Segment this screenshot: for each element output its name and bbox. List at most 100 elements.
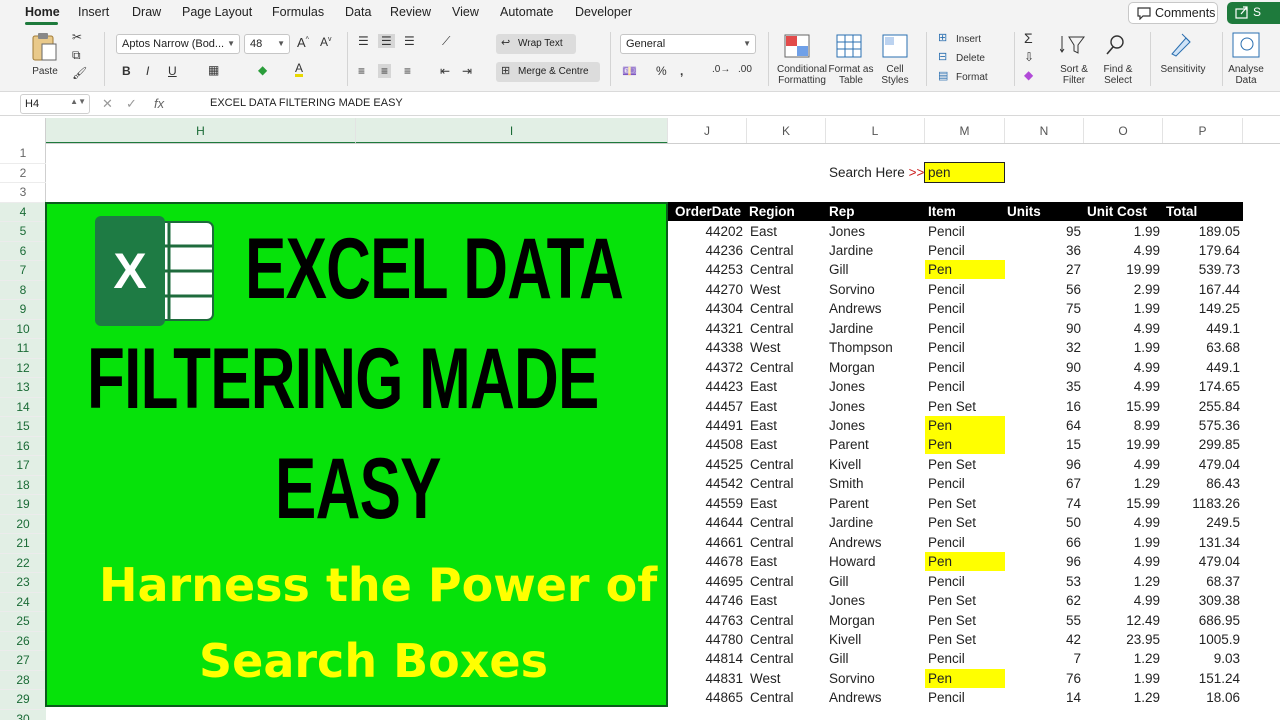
- table-cell[interactable]: Pen Set: [925, 513, 1005, 532]
- table-cell[interactable]: 44746: [668, 591, 743, 610]
- table-cell[interactable]: 1.29: [1084, 474, 1160, 493]
- table-cell[interactable]: Kivell: [829, 455, 925, 474]
- table-cell[interactable]: 75: [1005, 299, 1081, 318]
- tab-review[interactable]: Review: [390, 5, 431, 19]
- table-cell[interactable]: 56: [1005, 280, 1081, 299]
- table-cell[interactable]: 131.34: [1163, 533, 1240, 552]
- row-header[interactable]: 23: [0, 573, 46, 593]
- sort-filter-label[interactable]: Sort & Filter: [1054, 64, 1094, 86]
- column-header-h[interactable]: H: [46, 118, 356, 144]
- table-cell[interactable]: 1.99: [1084, 533, 1160, 552]
- table-cell[interactable]: 66: [1005, 533, 1081, 552]
- column-header-l[interactable]: L: [826, 118, 925, 144]
- formula-input[interactable]: EXCEL DATA FILTERING MADE EASY: [210, 97, 403, 109]
- column-header-i[interactable]: I: [356, 118, 668, 144]
- decrease-indent-icon[interactable]: ⇤: [440, 64, 450, 78]
- align-middle-icon[interactable]: ☰: [378, 34, 395, 48]
- table-cell[interactable]: Pencil: [925, 688, 1005, 707]
- name-box[interactable]: H4 ▲▼: [20, 94, 90, 114]
- table-cell[interactable]: Pencil: [925, 241, 1005, 260]
- table-cell[interactable]: 44695: [668, 572, 743, 591]
- table-cell[interactable]: West: [750, 669, 826, 688]
- table-cell[interactable]: 4.99: [1084, 552, 1160, 571]
- table-cell[interactable]: Sorvino: [829, 280, 925, 299]
- conditional-formatting-label[interactable]: Conditional Formatting: [774, 64, 830, 86]
- row-header[interactable]: 7: [0, 261, 46, 281]
- sensitivity-label[interactable]: Sensitivity: [1156, 64, 1210, 75]
- format-as-table-icon[interactable]: [836, 34, 862, 58]
- table-cell[interactable]: 255.84: [1163, 397, 1240, 416]
- table-cell[interactable]: 4.99: [1084, 319, 1160, 338]
- table-cell[interactable]: Jones: [829, 591, 925, 610]
- table-cell[interactable]: Pencil: [925, 533, 1005, 552]
- table-cell[interactable]: 1183.26: [1163, 494, 1240, 513]
- table-cell[interactable]: 44559: [668, 494, 743, 513]
- table-cell[interactable]: Pencil: [925, 649, 1005, 668]
- table-cell[interactable]: 44457: [668, 397, 743, 416]
- row-header[interactable]: 10: [0, 319, 46, 339]
- row-header[interactable]: 11: [0, 339, 46, 359]
- format-as-table-label[interactable]: Format as Table: [828, 64, 874, 86]
- table-cell[interactable]: Morgan: [829, 358, 925, 377]
- table-cell[interactable]: Sorvino: [829, 669, 925, 688]
- table-cell[interactable]: 1.99: [1084, 299, 1160, 318]
- comma-style-icon[interactable]: ,: [680, 64, 683, 78]
- table-cell[interactable]: 44202: [668, 222, 743, 241]
- table-header-cell[interactable]: OrderDate: [675, 204, 741, 219]
- table-cell[interactable]: Pen Set: [925, 630, 1005, 649]
- column-header-j[interactable]: J: [668, 118, 747, 144]
- table-cell[interactable]: Central: [750, 260, 826, 279]
- title-banner[interactable]: X EXCEL DATA FILTERING MADE EASY Harness…: [45, 202, 668, 707]
- font-color-icon[interactable]: A: [295, 62, 304, 77]
- decrease-font-icon[interactable]: Av: [320, 35, 332, 49]
- tab-draw[interactable]: Draw: [132, 5, 161, 19]
- row-header[interactable]: 18: [0, 475, 46, 495]
- cell-styles-label[interactable]: Cell Styles: [874, 64, 916, 86]
- table-cell[interactable]: Gill: [829, 649, 925, 668]
- table-cell[interactable]: 1.29: [1084, 649, 1160, 668]
- table-cell[interactable]: Pencil: [925, 338, 1005, 357]
- find-select-label[interactable]: Find & Select: [1096, 64, 1140, 86]
- table-cell[interactable]: 149.25: [1163, 299, 1240, 318]
- row-header[interactable]: 24: [0, 592, 46, 612]
- table-cell[interactable]: 74: [1005, 494, 1081, 513]
- percent-icon[interactable]: %: [656, 64, 667, 78]
- align-center-icon[interactable]: ≡: [378, 64, 392, 78]
- table-cell[interactable]: 479.04: [1163, 455, 1240, 474]
- select-all-corner[interactable]: [0, 118, 46, 144]
- tab-page-layout[interactable]: Page Layout: [182, 5, 252, 19]
- table-cell[interactable]: Central: [750, 319, 826, 338]
- table-cell[interactable]: Gill: [829, 572, 925, 591]
- number-format-select[interactable]: General ▼: [620, 34, 756, 54]
- row-header[interactable]: 8: [0, 280, 46, 300]
- table-cell[interactable]: Central: [750, 513, 826, 532]
- table-cell[interactable]: 55: [1005, 611, 1081, 630]
- table-cell[interactable]: 44525: [668, 455, 743, 474]
- table-cell[interactable]: 68.37: [1163, 572, 1240, 591]
- table-cell[interactable]: 189.05: [1163, 222, 1240, 241]
- currency-icon[interactable]: 💷: [622, 64, 637, 78]
- table-cell[interactable]: 90: [1005, 358, 1081, 377]
- table-cell[interactable]: 23.95: [1084, 630, 1160, 649]
- table-cell[interactable]: West: [750, 280, 826, 299]
- merge-centre-button[interactable]: ⊞ Merge & Centre: [496, 62, 600, 82]
- table-cell[interactable]: 449.1: [1163, 358, 1240, 377]
- table-cell[interactable]: 44865: [668, 688, 743, 707]
- table-cell[interactable]: 167.44: [1163, 280, 1240, 299]
- table-cell[interactable]: 50: [1005, 513, 1081, 532]
- sort-filter-icon[interactable]: [1060, 34, 1086, 56]
- row-header[interactable]: 16: [0, 436, 46, 456]
- table-cell[interactable]: Central: [750, 299, 826, 318]
- table-cell[interactable]: Central: [750, 572, 826, 591]
- table-cell[interactable]: Central: [750, 533, 826, 552]
- table-cell[interactable]: 7: [1005, 649, 1081, 668]
- table-cell[interactable]: 95: [1005, 222, 1081, 241]
- table-cell[interactable]: 44338: [668, 338, 743, 357]
- table-cell[interactable]: Central: [750, 455, 826, 474]
- column-header-o[interactable]: O: [1084, 118, 1163, 144]
- tab-insert[interactable]: Insert: [78, 5, 109, 19]
- autosum-icon[interactable]: Σ: [1024, 30, 1033, 46]
- table-cell[interactable]: Pencil: [925, 474, 1005, 493]
- table-cell[interactable]: 14: [1005, 688, 1081, 707]
- column-header-k[interactable]: K: [747, 118, 826, 144]
